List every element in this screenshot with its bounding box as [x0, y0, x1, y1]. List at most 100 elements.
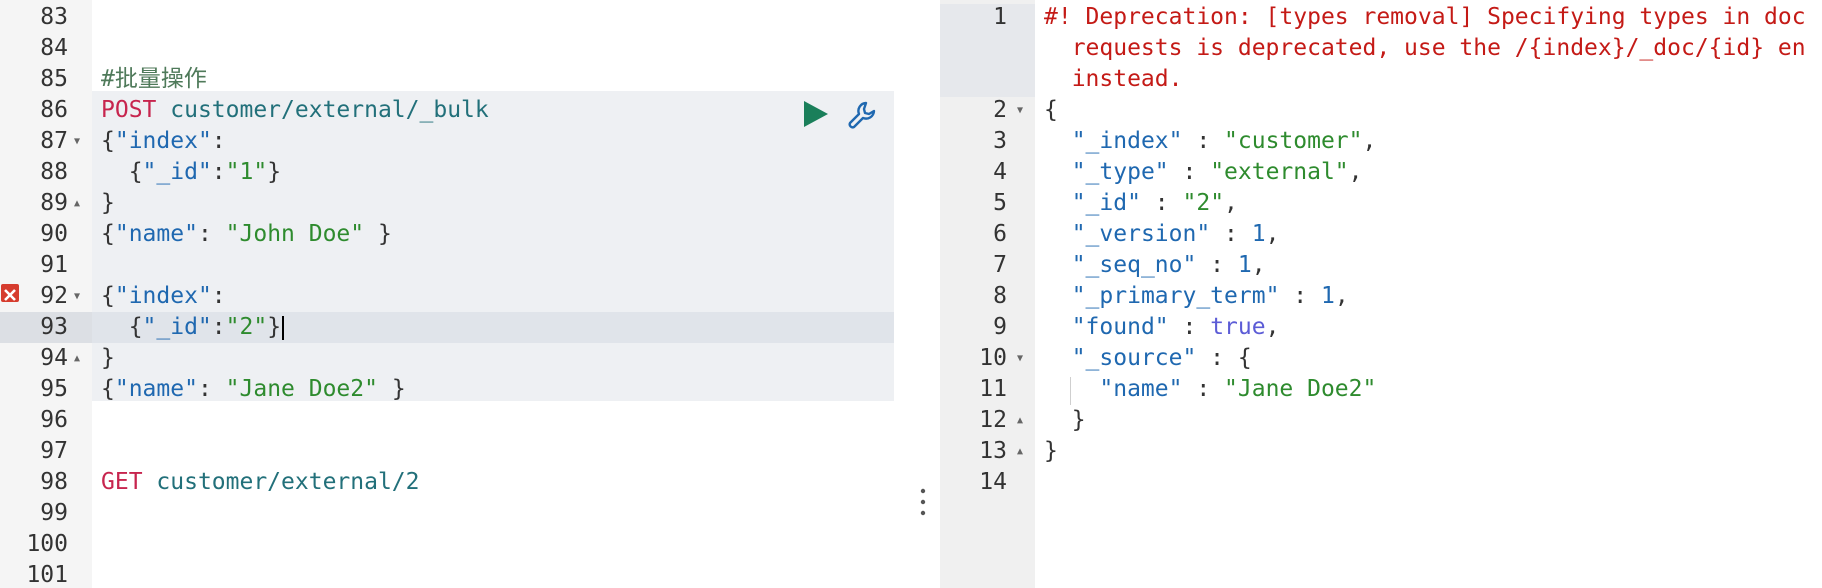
code-token: { — [1044, 97, 1058, 123]
fold-expand-icon[interactable]: ▲ — [74, 188, 80, 219]
request_editor-code-line[interactable]: 87 ▼ {"index": — [0, 126, 905, 157]
request-editor-lines[interactable]: 83 84 85 #批量操作 86 POST customer/external/_bul… — [0, 2, 905, 588]
response_viewer-code-line[interactable]: 12 ▲ } — [940, 405, 1822, 436]
line-number: 2 — [993, 97, 1007, 123]
response-viewer[interactable]: 1 #! Deprecation: [types removal] Specify… — [940, 0, 1822, 588]
code-token: 1 — [1320, 283, 1335, 309]
fold-collapse-icon[interactable]: ▼ — [74, 126, 80, 157]
line-number: 4 — [993, 159, 1007, 185]
line-code: POST customer/external/_bulk — [101, 95, 489, 126]
request_editor-code-line[interactable]: 97 — [0, 436, 905, 467]
response-viewer-lines[interactable]: 1 #! Deprecation: [types removal] Specify… — [940, 2, 1822, 498]
line-number: 1 — [993, 4, 1007, 30]
code-token: requests is deprecated, use the /{index}… — [1044, 35, 1806, 61]
request_editor-code-line[interactable]: 99 — [0, 498, 905, 529]
code-token: , — [1265, 221, 1280, 247]
response_viewer-code-line[interactable]: 8 "_primary_term" : 1, — [940, 281, 1822, 312]
line-code: "name" : "Jane Doe2" — [1044, 374, 1376, 405]
code-token: : — [1168, 314, 1211, 340]
request-editor[interactable]: 83 84 85 #批量操作 86 POST customer/external/_bul… — [0, 0, 905, 588]
line-number: 84 — [40, 35, 68, 61]
code-token: "index" — [114, 128, 212, 154]
request_editor-code-line[interactable]: 85 #批量操作 — [0, 64, 905, 95]
line-code: } — [1044, 436, 1058, 467]
code-token: } — [1044, 438, 1058, 464]
code-token: GET — [101, 469, 143, 495]
request_editor-code-line[interactable]: 86 POST customer/external/_bulk — [0, 95, 905, 126]
text-cursor — [282, 315, 285, 340]
line-number: 8 — [993, 283, 1007, 309]
code-token: "_index" — [1071, 128, 1183, 154]
request-options-button[interactable] — [846, 100, 878, 132]
code-token: "Jane Doe2" — [1224, 376, 1377, 402]
code-token: 1 — [1251, 221, 1266, 247]
line-number: 90 — [40, 221, 68, 247]
code-token: true — [1210, 314, 1266, 340]
request_editor-code-line[interactable]: 98 GET customer/external/2 — [0, 467, 905, 498]
request_editor-code-line[interactable]: 94 ▲} — [0, 343, 905, 374]
fold-collapse-icon[interactable]: ▼ — [1017, 343, 1023, 374]
code-token: "name" — [114, 221, 198, 247]
response_viewer-code-line[interactable]: 9 "found" : true, — [940, 312, 1822, 343]
response_viewer-code-line[interactable]: 5 "_id" : "2", — [940, 188, 1822, 219]
line-number: 87 — [40, 128, 68, 154]
request_editor-code-line[interactable]: 92 ▼ {"index": — [0, 281, 905, 312]
code-token: "2" — [225, 314, 268, 340]
request_editor-code-line[interactable]: 88 {"_id":"1"} — [0, 157, 905, 188]
send-request-button[interactable] — [800, 99, 830, 129]
line-number: 14 — [979, 469, 1007, 495]
response_viewer-code-line[interactable]: 2 ▼ { — [940, 95, 1822, 126]
fold-collapse-icon[interactable]: ▼ — [74, 281, 80, 312]
fold-expand-icon[interactable]: ▲ — [1017, 436, 1023, 467]
response_viewer-code-line[interactable]: requests is deprecated, use the /{index}… — [940, 33, 1822, 64]
request_editor-code-line[interactable]: 89 ▲} — [0, 188, 905, 219]
fold-collapse-icon[interactable]: ▼ — [1017, 95, 1023, 126]
line-number: 98 — [40, 469, 68, 495]
fold-expand-icon[interactable]: ▲ — [1017, 405, 1023, 436]
response_viewer-code-line[interactable]: instead. — [940, 64, 1822, 95]
code-token: "found" — [1071, 314, 1169, 340]
request_editor-code-line[interactable]: 83 — [0, 2, 905, 33]
code-token: POST — [101, 97, 157, 123]
line-code: "_index" : "customer", — [1044, 126, 1377, 157]
response_viewer-code-line[interactable]: 3 "_index" : "customer", — [940, 126, 1822, 157]
request_editor-code-line[interactable]: 93 {"_id":"2"} — [0, 312, 905, 343]
request_editor-code-line[interactable]: 91 — [0, 250, 905, 281]
response_viewer-code-line[interactable]: 6 "_version" : 1, — [940, 219, 1822, 250]
response_viewer-code-line[interactable]: 11 "name" : "Jane Doe2" — [940, 374, 1822, 405]
line-code: #! Deprecation: [types removal] Specifyi… — [1044, 2, 1806, 33]
request_editor-code-line[interactable]: 96 — [0, 405, 905, 436]
request_editor-code-line[interactable]: 100 — [0, 529, 905, 560]
code-token: : { — [1196, 345, 1252, 371]
response_viewer-code-line[interactable]: 4 "_type" : "external", — [940, 157, 1822, 188]
code-token: } — [377, 376, 406, 402]
line-number: 88 — [40, 159, 68, 185]
request_editor-code-line[interactable]: 101 — [0, 560, 905, 588]
response_viewer-code-line[interactable]: 7 "_seq_no" : 1, — [940, 250, 1822, 281]
line-number: 97 — [40, 438, 68, 464]
pane-resize-handle[interactable] — [912, 0, 934, 588]
play-icon — [804, 101, 828, 127]
vertical-dots-icon — [920, 488, 926, 516]
error-icon[interactable] — [1, 284, 19, 302]
line-code: requests is deprecated, use the /{index}… — [1044, 33, 1806, 64]
response_viewer-code-line[interactable]: 1 #! Deprecation: [types removal] Specify… — [940, 2, 1822, 33]
fold-expand-icon[interactable]: ▲ — [74, 343, 80, 374]
code-token: { — [101, 376, 115, 402]
code-token: : — [211, 283, 226, 309]
code-token: : — [197, 221, 226, 247]
line-number: 9 — [993, 314, 1007, 340]
code-token: } — [364, 221, 392, 247]
request_editor-code-line[interactable]: 84 — [0, 33, 905, 64]
request_editor-code-line[interactable]: 90 {"name": "John Doe" } — [0, 219, 905, 250]
response_viewer-code-line[interactable]: 10 ▼ "_source" : { — [940, 343, 1822, 374]
request_editor-code-line[interactable]: 95 {"name": "Jane Doe2" } — [0, 374, 905, 405]
code-token: : — [1182, 128, 1225, 154]
code-token: : — [1196, 252, 1238, 278]
response_viewer-code-line[interactable]: 14 — [940, 467, 1822, 498]
response_viewer-code-line[interactable]: 13 ▲} — [940, 436, 1822, 467]
